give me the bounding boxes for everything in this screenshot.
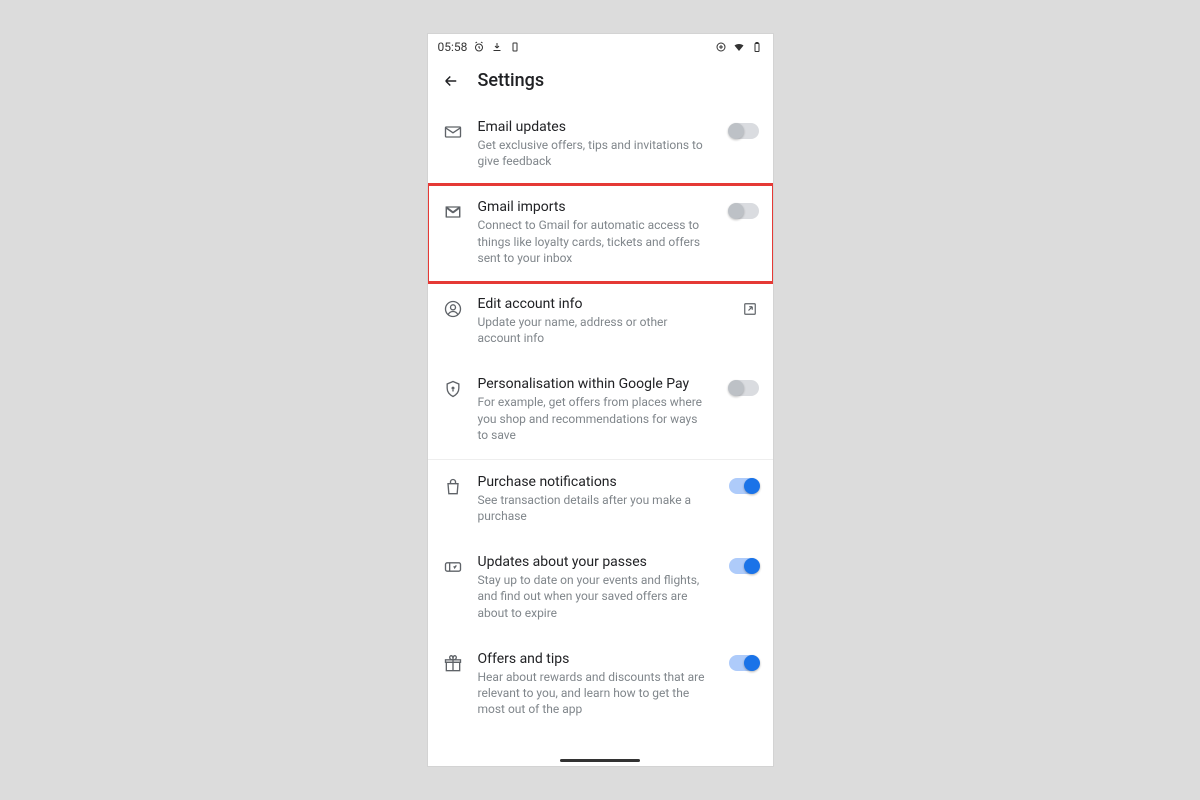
row-title: Edit account info xyxy=(478,296,707,312)
toggle-switch[interactable] xyxy=(729,478,759,494)
row-main: Personalisation within Google Pay For exa… xyxy=(478,376,711,443)
toggle-switch[interactable] xyxy=(729,203,759,219)
gmail-icon xyxy=(442,201,464,223)
row-description: For example, get offers from places wher… xyxy=(478,394,707,443)
toggle-switch[interactable] xyxy=(729,558,759,574)
row-trailing xyxy=(725,655,759,671)
row-trailing xyxy=(725,123,759,139)
row-description: See transaction details after you make a… xyxy=(478,492,707,524)
settings-row-purchase-notifications[interactable]: Purchase notifications See transaction de… xyxy=(428,460,773,540)
row-trailing xyxy=(725,478,759,494)
device-icon xyxy=(509,41,521,53)
row-title: Personalisation within Google Pay xyxy=(478,376,707,392)
row-trailing xyxy=(725,380,759,396)
phone-frame: 05:58 Settings Email updates Get exclusiv… xyxy=(428,34,773,766)
ticket-icon xyxy=(442,556,464,578)
app-bar: Settings xyxy=(428,60,773,105)
gift-icon xyxy=(442,653,464,675)
row-title: Updates about your passes xyxy=(478,554,707,570)
row-title: Purchase notifications xyxy=(478,474,707,490)
status-time: 05:58 xyxy=(438,40,468,54)
row-main: Updates about your passes Stay up to date… xyxy=(478,554,711,621)
page-title: Settings xyxy=(478,70,545,91)
wifi-icon xyxy=(733,41,745,53)
row-main: Gmail imports Connect to Gmail for automa… xyxy=(478,199,711,266)
toggle-switch[interactable] xyxy=(729,123,759,139)
row-main: Offers and tips Hear about rewards and di… xyxy=(478,651,711,718)
row-title: Email updates xyxy=(478,119,707,135)
download-icon xyxy=(491,41,503,53)
shield-icon xyxy=(442,378,464,400)
row-trailing xyxy=(725,558,759,574)
alarm-icon xyxy=(473,41,485,53)
battery-icon xyxy=(751,41,763,53)
nav-handle[interactable] xyxy=(560,759,640,762)
settings-row-edit-account-info[interactable]: Edit account info Update your name, addre… xyxy=(428,282,773,362)
settings-list: Email updates Get exclusive offers, tips … xyxy=(428,105,773,733)
row-main: Edit account info Update your name, addre… xyxy=(478,296,711,346)
row-main: Email updates Get exclusive offers, tips … xyxy=(478,119,711,169)
row-description: Hear about rewards and discounts that ar… xyxy=(478,669,707,718)
row-description: Stay up to date on your events and fligh… xyxy=(478,572,707,621)
row-title: Offers and tips xyxy=(478,651,707,667)
back-button[interactable] xyxy=(442,72,460,90)
row-description: Connect to Gmail for automatic access to… xyxy=(478,217,707,266)
data-saver-icon xyxy=(715,41,727,53)
account-icon xyxy=(442,298,464,320)
toggle-switch[interactable] xyxy=(729,655,759,671)
row-main: Purchase notifications See transaction de… xyxy=(478,474,711,524)
settings-row-offers-and-tips[interactable]: Offers and tips Hear about rewards and di… xyxy=(428,637,773,734)
settings-row-updates-about-your-passes[interactable]: Updates about your passes Stay up to date… xyxy=(428,540,773,637)
row-description: Update your name, address or other accou… xyxy=(478,314,707,346)
status-bar: 05:58 xyxy=(428,34,773,60)
row-trailing xyxy=(725,300,759,322)
bag-icon xyxy=(442,476,464,498)
settings-row-email-updates[interactable]: Email updates Get exclusive offers, tips … xyxy=(428,105,773,185)
mail-icon xyxy=(442,121,464,143)
row-description: Get exclusive offers, tips and invitatio… xyxy=(478,137,707,169)
row-trailing xyxy=(725,203,759,219)
settings-row-gmail-imports[interactable]: Gmail imports Connect to Gmail for automa… xyxy=(428,185,773,282)
row-title: Gmail imports xyxy=(478,199,707,215)
settings-row-personalisation-within-google-pay[interactable]: Personalisation within Google Pay For exa… xyxy=(428,362,773,459)
toggle-switch[interactable] xyxy=(729,380,759,396)
open-external-icon[interactable] xyxy=(741,300,759,322)
